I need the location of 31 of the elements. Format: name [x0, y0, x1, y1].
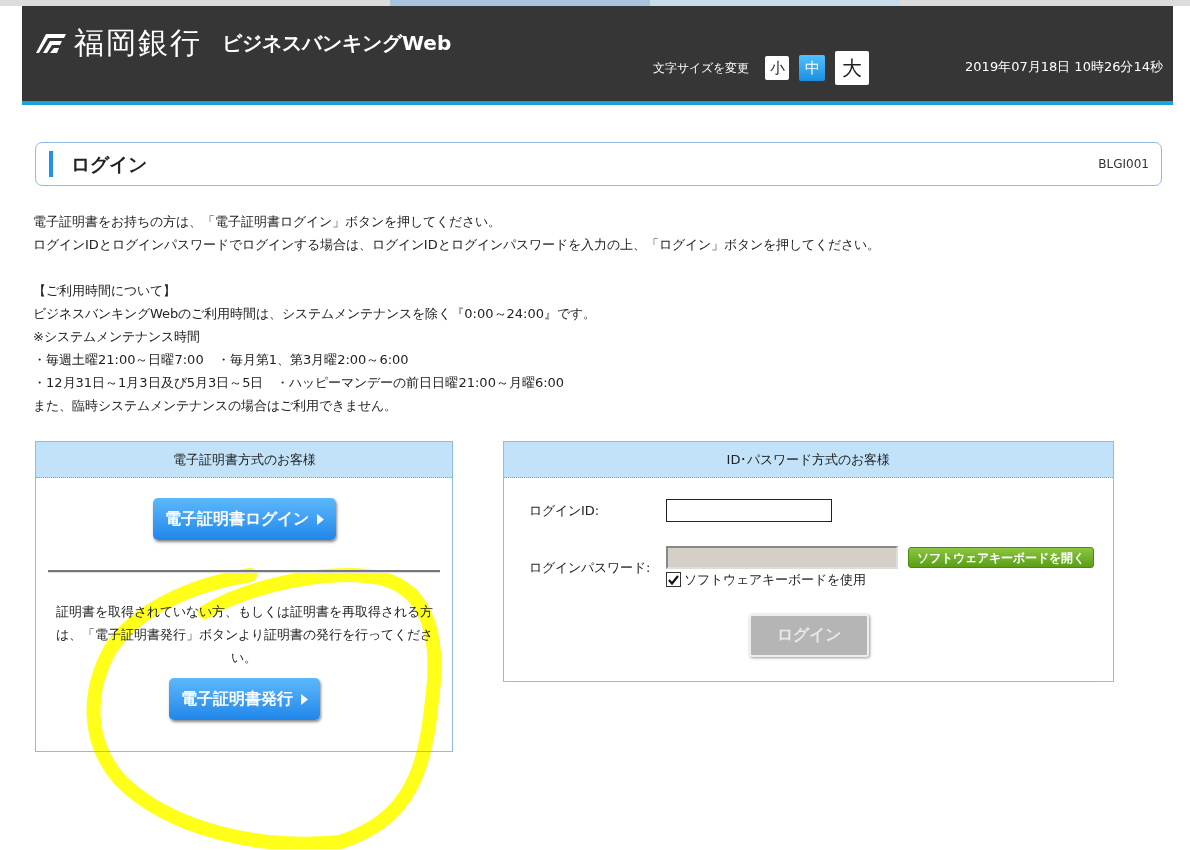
panel-title: ID･パスワード方式のお客様	[504, 442, 1113, 478]
bank-name: 福岡銀行	[74, 28, 202, 58]
login-id-field[interactable]	[666, 499, 832, 522]
screen-id: BLGI001	[1098, 156, 1149, 173]
page-title: ログイン	[71, 151, 147, 177]
hours-text: 【ご利用時間について】	[33, 282, 177, 300]
checkmark-icon	[668, 574, 679, 585]
software-keyboard-button[interactable]: ソフトウェアキーボードを開く	[908, 547, 1094, 568]
bank-logo-icon	[34, 31, 66, 55]
checkbox-label: ソフトウェアキーボードを使用	[684, 571, 866, 589]
service-name: ビジネスバンキングWeb	[222, 33, 452, 53]
certificate-login-button[interactable]: 電子証明書ログイン	[152, 498, 336, 540]
triangle-icon	[316, 513, 324, 525]
hours-text: ※システムメンテナンス時間	[33, 328, 201, 346]
hours-text: ・毎週土曜21:00～日曜7:00 ・毎月第1、第3月曜2:00～6:00	[33, 351, 410, 369]
font-size-label: 文字サイズを変更	[653, 60, 750, 77]
panel-title: 電子証明書方式のお客様	[36, 442, 452, 478]
keyboard-checkbox[interactable]	[666, 572, 681, 588]
font-size-button[interactable]: 大	[835, 51, 870, 85]
triangle-icon	[300, 693, 308, 705]
hours-text: また、臨時システムメンテナンスの場合はご利用できません。	[33, 397, 398, 415]
intro-text: ログインIDとログインパスワードでログインする場合は、ログインIDとログインパスワードを入力の上、「ログイン」ボタンを押してください。	[33, 236, 881, 254]
hours-text: ・12月31日～1月3日及び5月3日～5日 ・ハッピーマンデーの前日日曜21:00～月曜6:00	[33, 374, 566, 392]
hours-text: ビジネスバンキングWebのご利用時間は、システムメンテナンスを除く『0:00～24:00』です。	[33, 305, 597, 323]
font-size-button[interactable]: 中	[799, 55, 826, 81]
font-size-button[interactable]: 小	[765, 56, 790, 80]
intro-text: 電子証明書をお持ちの方は、「電子証明書ログイン」ボタンを押してください。	[33, 213, 502, 231]
datetime: 2019年07月18日 10時26分14秒	[965, 58, 1163, 76]
password-label: ログインパスワード:	[529, 559, 652, 577]
certificate-issue-button[interactable]: 電子証明書発行	[168, 678, 320, 720]
login-id-label: ログインID:	[529, 501, 601, 520]
